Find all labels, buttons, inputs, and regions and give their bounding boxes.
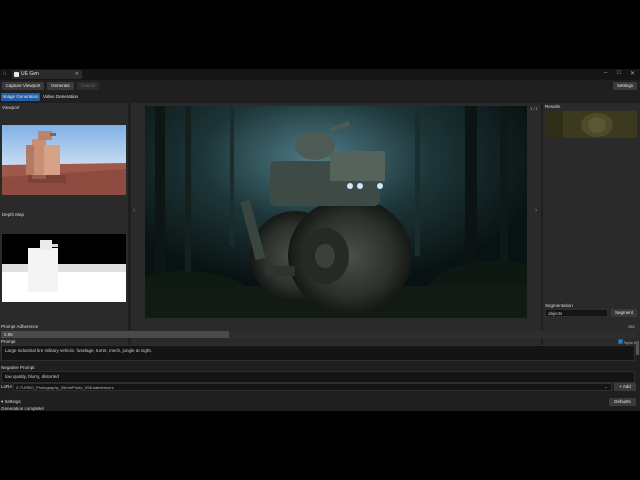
prompt-adherence-max: 285 — [628, 324, 635, 329]
tab-close-icon[interactable]: ✕ — [75, 71, 79, 77]
negative-prompt-text: low quality, blurry, distorted — [5, 374, 59, 379]
negative-prompt-label: Negative Prompt — [1, 365, 35, 370]
viewport-image[interactable] — [2, 125, 126, 195]
prompt-adherence-value: 0.95 — [4, 332, 13, 337]
close-button[interactable]: ✕ — [630, 70, 635, 77]
prompt-text: Large industrial tire military vehicle, … — [5, 348, 152, 353]
segment-button[interactable]: Segment — [611, 309, 637, 317]
viewport-label: Viewport — [2, 105, 20, 110]
lora-label: LoRA — [1, 384, 13, 389]
tab-image-generation[interactable]: Image Generation — [1, 93, 40, 101]
sync-checkbox[interactable]: ✓ — [618, 339, 623, 344]
generate-button[interactable]: Generate — [47, 82, 74, 90]
results-label: Results — [545, 104, 561, 109]
prompt-adherence-label: Prompt Adherence — [1, 324, 39, 329]
generated-image[interactable] — [145, 106, 527, 318]
tab-icon — [14, 72, 19, 77]
next-image-button[interactable]: › — [535, 207, 537, 214]
prev-image-button[interactable]: ‹ — [133, 207, 135, 214]
defaults-button[interactable]: Defaults — [609, 398, 636, 406]
settings-button[interactable]: Settings — [613, 82, 637, 90]
prompt-scrollbar[interactable] — [636, 341, 639, 355]
capture-viewport-button[interactable]: Capture Viewport — [2, 82, 44, 90]
depth-map-image[interactable] — [2, 234, 126, 302]
app-menu-icon[interactable]: ⁝⁝ — [3, 71, 6, 77]
negative-prompt-textarea[interactable]: low quality, blurry, distorted — [1, 371, 635, 383]
tab-title: UE Gen — [21, 71, 39, 77]
maximize-button[interactable]: □ — [617, 70, 621, 76]
tab-video-generation[interactable]: Video Generation — [42, 93, 79, 101]
image-counter: 1 / 1 — [530, 106, 538, 111]
prompt-label: Prompt — [1, 339, 16, 344]
result-thumbnail[interactable] — [545, 111, 637, 138]
prompt-adherence-fill — [1, 331, 230, 338]
lora-select-value: Z-TURBO_Photography_35mmPhoto_V58.safete… — [16, 385, 114, 390]
app-window: ⁝⁝ UE Gen ✕ – □ ✕ Capture Viewport Gener… — [0, 69, 640, 411]
segmentation-input-value: objects — [548, 311, 563, 316]
chevron-down-icon: ⌄ — [604, 384, 608, 389]
prompt-adherence-slider[interactable]: 0.95 — [1, 331, 635, 338]
add-lora-button[interactable]: + Add — [614, 383, 636, 391]
minimize-button[interactable]: – — [604, 70, 607, 76]
status-text: Generation complete! — [1, 406, 45, 411]
settings-section-header[interactable]: ▾ Settings — [1, 399, 21, 405]
segmentation-label: Segmentation — [545, 303, 573, 308]
title-bar: ⁝⁝ UE Gen ✕ – □ ✕ — [0, 69, 640, 80]
lora-select[interactable]: Z-TURBO_Photography_35mmPhoto_V58.safete… — [13, 383, 612, 391]
prompt-textarea[interactable]: Large industrial tire military vehicle, … — [1, 345, 635, 361]
segmentation-input[interactable]: objects — [545, 309, 608, 317]
depth-map-label: Depth Map — [2, 212, 25, 217]
window-tab[interactable]: UE Gen ✕ — [12, 70, 82, 79]
cancel-button[interactable]: Cancel — [77, 82, 99, 90]
